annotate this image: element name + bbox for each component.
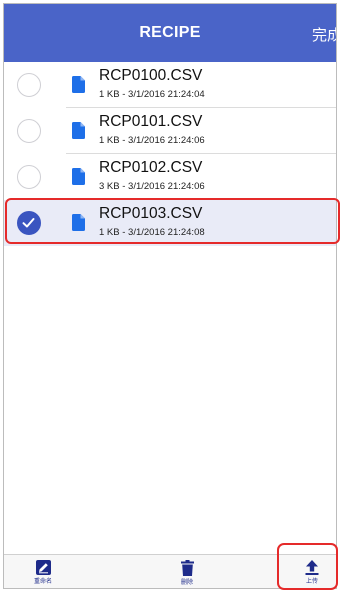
- selection-radio-checked[interactable]: [17, 211, 41, 235]
- file-meta: 3 KB - 3/1/2016 21:24:06: [99, 181, 205, 192]
- file-list: RCP0100.CSV 1 KB - 3/1/2016 21:24:04 RCP…: [4, 62, 336, 246]
- selection-radio[interactable]: [17, 73, 41, 97]
- file-meta: 1 KB - 3/1/2016 21:24:04: [99, 89, 205, 100]
- checkmark-icon: [22, 218, 35, 228]
- file-name: RCP0103.CSV: [99, 205, 203, 222]
- bottom-toolbar: 重命名 删除 上传: [4, 554, 336, 588]
- file-row[interactable]: RCP0101.CSV 1 KB - 3/1/2016 21:24:06: [4, 108, 336, 154]
- navigation-bar: RECIPE 完成: [4, 4, 336, 62]
- file-name: RCP0101.CSV: [99, 113, 203, 130]
- file-name: RCP0102.CSV: [99, 159, 203, 176]
- document-icon: [72, 168, 85, 185]
- app-frame: RECIPE 完成 RCP0100.CSV 1 KB - 3/1/2016 21…: [3, 3, 337, 589]
- rename-label: 重命名: [33, 578, 52, 585]
- file-name: RCP0100.CSV: [99, 67, 203, 84]
- file-row[interactable]: RCP0100.CSV 1 KB - 3/1/2016 21:24:04: [4, 62, 336, 108]
- selection-radio[interactable]: [17, 165, 41, 189]
- document-icon: [72, 122, 85, 139]
- selection-radio[interactable]: [17, 119, 41, 143]
- upload-label: 上传: [305, 578, 318, 585]
- upload-button[interactable]: 上传: [282, 555, 336, 588]
- file-row-selected[interactable]: RCP0103.CSV 1 KB - 3/1/2016 21:24:08: [4, 200, 336, 246]
- done-button[interactable]: 完成: [312, 24, 336, 45]
- delete-label: 删除: [180, 579, 193, 586]
- page-title: RECIPE: [139, 24, 201, 41]
- upload-icon: [305, 560, 319, 575]
- file-row[interactable]: RCP0102.CSV 3 KB - 3/1/2016 21:24:06: [4, 154, 336, 200]
- edit-icon: [35, 560, 51, 575]
- document-icon: [72, 76, 85, 93]
- file-meta: 1 KB - 3/1/2016 21:24:08: [99, 227, 205, 238]
- delete-button[interactable]: 删除: [157, 555, 217, 588]
- file-meta: 1 KB - 3/1/2016 21:24:06: [99, 135, 205, 146]
- trash-icon: [180, 560, 194, 576]
- rename-button[interactable]: 重命名: [13, 555, 73, 588]
- document-icon: [72, 214, 85, 231]
